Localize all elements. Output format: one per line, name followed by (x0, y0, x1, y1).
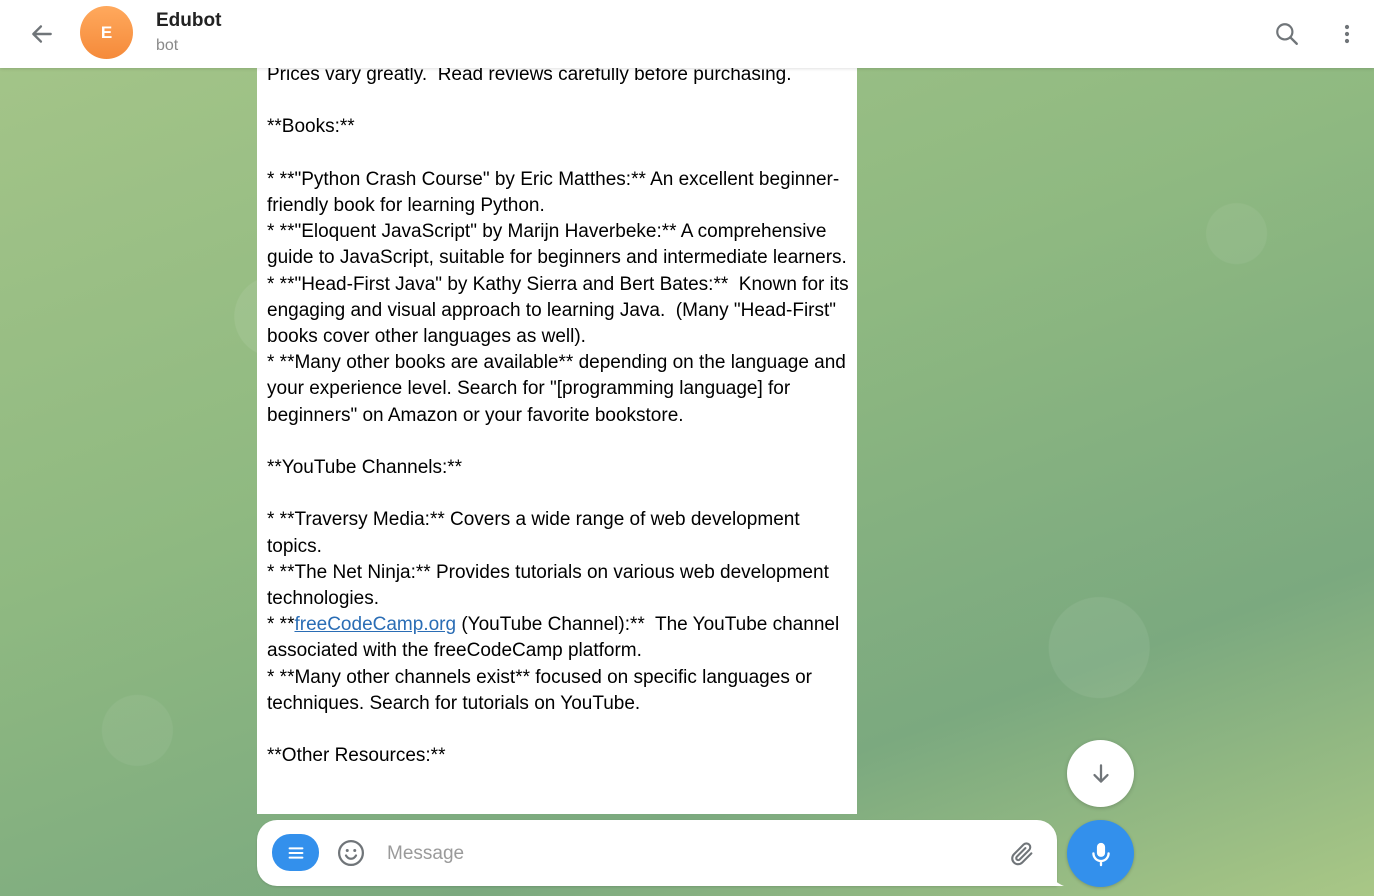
message-body-end: * **Many other channels exist** focused … (267, 666, 812, 767)
more-vertical-icon (1344, 24, 1350, 44)
message-composer (257, 820, 1057, 886)
attach-button[interactable] (1005, 837, 1039, 871)
chat-title[interactable]: Edubot (156, 10, 221, 32)
message-body: Prices vary greatly. Read reviews carefu… (267, 64, 849, 610)
search-icon (1276, 23, 1298, 45)
freecodecamp-link[interactable]: freeCodeCamp.org (294, 614, 456, 635)
composer-tail (1050, 866, 1064, 886)
chat-header: E Edubot bot (0, 0, 1374, 68)
avatar-letter: E (100, 22, 113, 42)
more-options-button[interactable] (1327, 14, 1367, 54)
chat-subtitle: bot (156, 37, 179, 54)
voice-message-button[interactable] (1067, 820, 1134, 887)
message-input[interactable] (385, 838, 989, 870)
arrow-left-icon (32, 25, 52, 43)
fcc-prefix: * ** (267, 614, 295, 636)
search-button[interactable] (1267, 14, 1307, 54)
scroll-down-button[interactable] (1067, 740, 1134, 807)
paperclip-icon (1011, 842, 1033, 866)
emoji-button[interactable] (335, 837, 367, 869)
microphone-icon (1091, 842, 1110, 866)
message-bubble: Prices vary greatly. Read reviews carefu… (257, 56, 857, 814)
smile-icon (338, 840, 364, 866)
arrow-down-icon (1092, 763, 1109, 783)
message-text: Prices vary greatly. Read reviews carefu… (267, 62, 852, 769)
avatar[interactable]: E (80, 6, 133, 59)
bot-menu-button[interactable] (272, 834, 319, 871)
back-button[interactable] (22, 14, 62, 54)
menu-icon (288, 846, 303, 859)
